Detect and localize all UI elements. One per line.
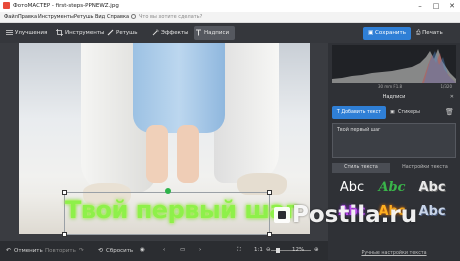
minimize-icon[interactable]: –	[412, 0, 428, 12]
print-button[interactable]: ⎙ Печать	[416, 27, 456, 40]
resize-handle-bl[interactable]	[62, 232, 67, 237]
menu-bar: Файл Правка Инструменты Ретушь Вид Справ…	[0, 12, 460, 23]
tab-text-style[interactable]: Стиль текста	[332, 163, 390, 173]
zoom-value: 12%	[292, 247, 305, 253]
section-title-label: Надписи	[382, 94, 406, 100]
close-panel-icon[interactable]: ✕	[450, 92, 454, 103]
window-title: ФотоМАСТЕР - first-steps-PPNEWZ.jpg	[13, 3, 119, 9]
redo-label: Повторить	[45, 248, 76, 254]
add-text-label: Добавить текст	[341, 110, 382, 115]
brush-icon	[107, 29, 114, 36]
next-photo-icon[interactable]: ›	[199, 241, 201, 260]
tab-text-settings[interactable]: Настройки текста	[394, 163, 456, 173]
tab-enhance-label: Улучшения	[15, 30, 48, 36]
camera-info: 30 mm F1.8	[378, 84, 403, 89]
histogram	[332, 45, 456, 83]
bottom-bar: ↶ Отменить Повторить ↷ ⟲ Сбросить ◉ ‹ ▭ › ⛶…	[0, 241, 328, 260]
prev-photo-icon[interactable]: ‹	[163, 241, 165, 260]
text-selection-box[interactable]: Твой первый шаг	[62, 188, 298, 237]
menu-edit[interactable]: Правка	[18, 12, 37, 23]
app-logo-icon	[3, 2, 10, 9]
redo-button[interactable]: Повторить ↷	[45, 241, 87, 261]
style-sample-1[interactable]: Abc	[334, 179, 370, 197]
section-title: Надписи ✕	[328, 92, 460, 103]
close-icon[interactable]: ✕	[444, 0, 460, 12]
photo-leg-right	[177, 125, 199, 183]
main-toolbar: Улучшения Инструменты Ретушь Эффекты Над…	[0, 23, 460, 43]
preview-eye-icon[interactable]: ◉	[140, 241, 145, 260]
save-button[interactable]: ▣ Сохранить	[363, 27, 411, 40]
reset-button[interactable]: ⟲ Сбросить	[98, 241, 133, 261]
redo-icon: ↷	[78, 247, 84, 254]
trash-icon[interactable]: 🗑	[445, 108, 454, 117]
menu-help[interactable]: Справка	[107, 12, 129, 23]
text-icon	[196, 29, 201, 36]
tab-retouch[interactable]: Ретушь	[106, 26, 137, 40]
maximize-icon[interactable]: □	[428, 0, 444, 12]
stickers-button[interactable]: ▣ Стикеры	[389, 106, 439, 119]
tab-enhance[interactable]: Улучшения	[5, 26, 47, 40]
stickers-label: Стикеры	[398, 110, 420, 115]
search-input[interactable]: Что вы хотите сделать?	[131, 13, 221, 22]
zoom-slider-knob[interactable]	[276, 248, 280, 253]
rotate-handle[interactable]	[165, 188, 171, 194]
folder-icon[interactable]: ▭	[180, 241, 185, 260]
zoom-ratio[interactable]: 1:1	[254, 241, 263, 260]
resize-handle-tl[interactable]	[62, 190, 67, 195]
tab-effects[interactable]: Эффекты	[151, 26, 189, 40]
save-icon: ▣	[368, 30, 375, 36]
sticker-icon: ▣	[390, 110, 395, 115]
menu-file[interactable]: Файл	[4, 12, 18, 23]
style-sample-2[interactable]: Abc	[374, 179, 410, 197]
tab-text[interactable]: Надписи	[194, 26, 236, 40]
fit-screen-icon[interactable]: ⛶	[237, 241, 241, 260]
crop-icon	[56, 29, 63, 36]
photo-baby	[133, 43, 225, 133]
text-tabs: Стиль текста Настройки текста	[332, 163, 456, 173]
reset-label: Сбросить	[106, 248, 134, 254]
search-icon	[131, 14, 136, 19]
search-placeholder: Что вы хотите сделать?	[139, 14, 203, 20]
undo-button[interactable]: ↶ Отменить	[6, 241, 43, 261]
zoom-out-icon[interactable]: ⊖	[266, 241, 271, 260]
tab-effects-label: Эффекты	[161, 30, 189, 36]
print-label: Печать	[422, 30, 443, 36]
exif-info: 30 mm F1.8 1/320	[332, 83, 456, 91]
menu-view[interactable]: Вид	[95, 12, 105, 23]
undo-icon: ↶	[6, 247, 12, 254]
zoom-in-icon[interactable]: ⊕	[314, 241, 319, 260]
title-bar: ФотоМАСТЕР - first-steps-PPNEWZ.jpg – □ …	[0, 0, 460, 12]
save-label: Сохранить	[375, 30, 406, 36]
watermark-text: Postila.ru	[292, 202, 418, 228]
manual-text-settings-link[interactable]: Ручные настройки текста	[332, 249, 456, 258]
app-window: ФотоМАСТЕР - first-steps-PPNEWZ.jpg – □ …	[0, 0, 460, 260]
resize-handle-tr[interactable]	[267, 190, 272, 195]
text-content-field[interactable]: Твой первый шаг	[332, 123, 456, 158]
photo-leg-left	[146, 125, 168, 183]
tab-text-label: Надписи	[204, 30, 230, 36]
tab-retouch-label: Ретушь	[116, 30, 138, 36]
tab-tools[interactable]: Инструменты	[55, 26, 104, 40]
undo-label: Отменить	[14, 248, 43, 254]
overlay-text[interactable]: Твой первый шаг	[65, 196, 298, 224]
add-text-button[interactable]: T Добавить текст	[332, 106, 386, 119]
menu-retouch[interactable]: Ретушь	[74, 12, 94, 23]
style-sample-3[interactable]: Abc	[414, 179, 450, 197]
menu-tools[interactable]: Инструменты	[38, 12, 74, 23]
reset-icon: ⟲	[98, 247, 104, 254]
shutter-info: 1/320	[440, 84, 452, 89]
magic-wand-icon	[152, 29, 159, 36]
sliders-icon	[6, 30, 13, 35]
tab-tools-label: Инструменты	[65, 30, 105, 36]
